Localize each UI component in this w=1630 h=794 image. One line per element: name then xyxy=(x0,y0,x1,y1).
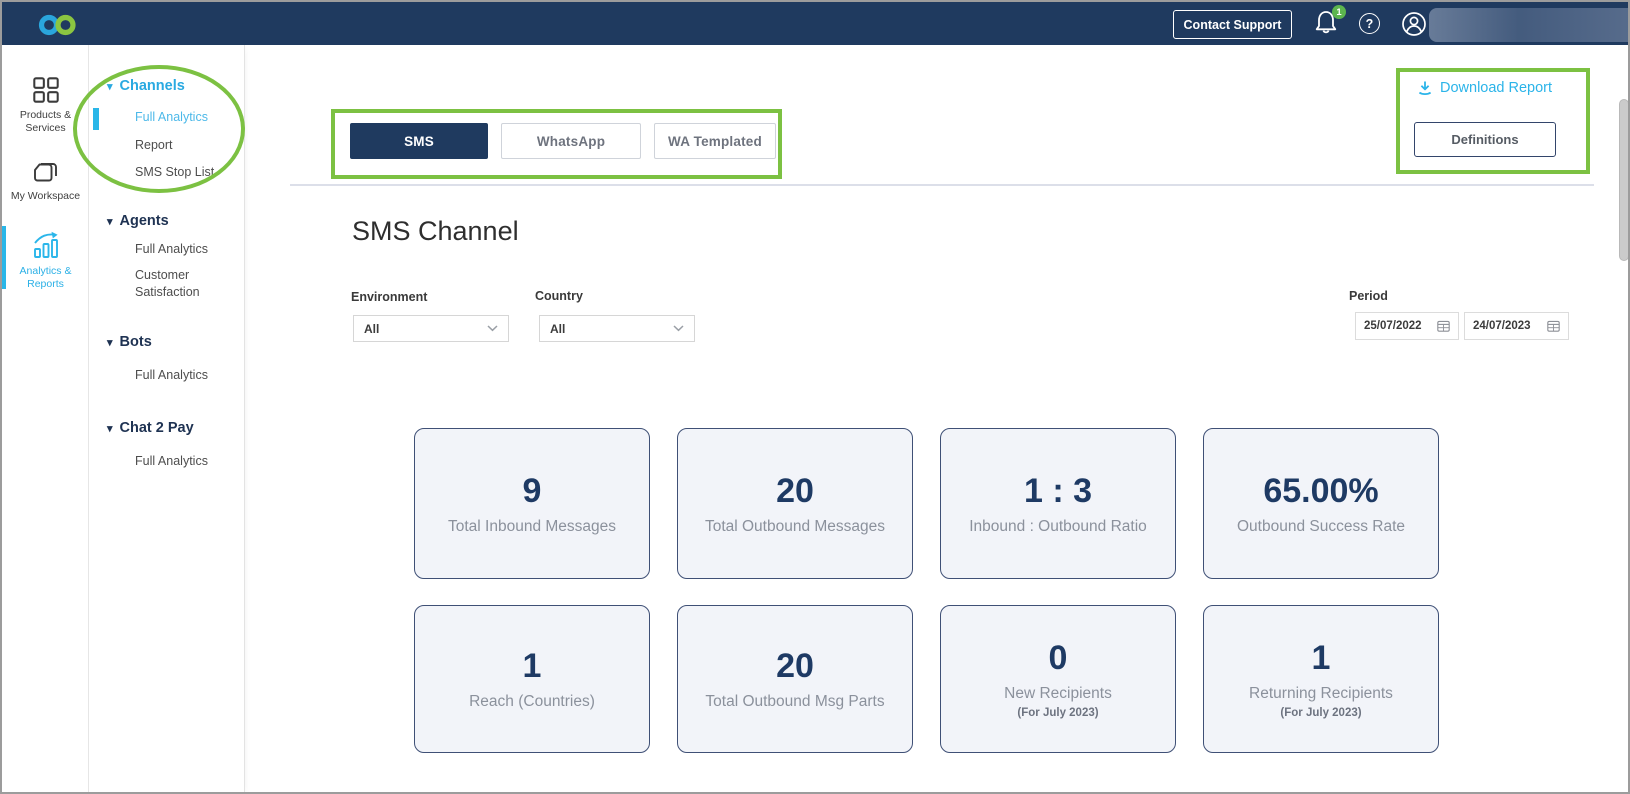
sidebar-item-channels-sms-stop-list[interactable]: SMS Stop List xyxy=(135,164,231,181)
calendar-icon xyxy=(1437,320,1450,332)
chevron-down-icon: ▾ xyxy=(107,215,113,228)
sidebar-section-label: Channels xyxy=(119,78,185,94)
country-value: All xyxy=(550,321,566,336)
contact-support-button[interactable]: Contact Support xyxy=(1173,10,1292,39)
stat-label: Inbound : Outbound Ratio xyxy=(969,517,1147,535)
sidebar-item-channels-full-analytics[interactable]: Full Analytics xyxy=(135,109,231,126)
sidebar-section-label: Bots xyxy=(119,334,152,350)
notifications-button[interactable]: 1 xyxy=(1313,5,1346,40)
sidebar-active-indicator xyxy=(93,108,99,130)
sidebar-section-chat-2-pay[interactable]: ▾ Chat 2 Pay xyxy=(107,420,194,436)
stat-label: Reach (Countries) xyxy=(469,693,595,710)
stat-value: 1 xyxy=(522,647,542,685)
stat-card-inbound-outbound-ratio: 1 : 3 Inbound : Outbound Ratio xyxy=(940,428,1176,579)
sidebar: ▾ Channels Full Analytics Report SMS Sto… xyxy=(89,45,245,792)
chevron-down-icon: ▾ xyxy=(107,80,113,93)
sidebar-item-agents-customer-satisfaction[interactable]: Customer Satisfaction xyxy=(135,267,231,301)
stat-value: 65.00% xyxy=(1263,471,1379,510)
top-bar: Contact Support 1 ? xyxy=(2,2,1628,45)
stat-card-outbound-success-rate: 65.00% Outbound Success Rate xyxy=(1203,428,1439,579)
stat-label: New Recipients xyxy=(1004,685,1112,702)
stat-value: 9 xyxy=(522,471,542,510)
stat-value: 1 xyxy=(1311,639,1331,677)
chevron-down-icon xyxy=(487,325,498,332)
sidebar-item-bots-full-analytics[interactable]: Full Analytics xyxy=(135,367,231,384)
period-start-date-input[interactable]: 25/07/2022 xyxy=(1355,312,1459,340)
sidebar-section-label: Agents xyxy=(119,213,169,229)
nav-rail-item-my-workspace[interactable]: My Workspace xyxy=(2,157,89,203)
stat-card-returning-recipients: 1 Returning Recipients (For July 2023) xyxy=(1203,605,1439,753)
nav-rail-label: Products & Services xyxy=(19,109,72,134)
sidebar-section-bots[interactable]: ▾ Bots xyxy=(107,334,152,350)
stat-value: 20 xyxy=(776,471,814,510)
stat-label: Returning Recipients xyxy=(1249,685,1393,702)
analytics-icon xyxy=(33,231,58,258)
chevron-down-icon xyxy=(673,325,684,332)
page-title: SMS Channel xyxy=(352,216,519,246)
nav-rail: Products & Services My Workspace Analyti… xyxy=(2,45,89,792)
profile-button[interactable] xyxy=(1401,11,1427,37)
stat-card-total-outbound-msg-parts: 20 Total Outbound Msg Parts xyxy=(677,605,913,753)
period-label: Period xyxy=(1349,289,1388,303)
tab-sms[interactable]: SMS xyxy=(350,123,488,159)
workspace-icon xyxy=(34,163,57,182)
help-icon: ? xyxy=(1365,16,1374,31)
definitions-button[interactable]: Definitions xyxy=(1414,122,1556,157)
sidebar-section-label: Chat 2 Pay xyxy=(119,420,194,436)
stat-sublabel: (For July 2023) xyxy=(1280,707,1362,719)
stat-card-total-outbound-messages: 20 Total Outbound Messages xyxy=(677,428,913,579)
stat-card-total-inbound-messages: 9 Total Inbound Messages xyxy=(414,428,650,579)
period-start-date-value: 25/07/2022 xyxy=(1364,320,1422,332)
grid-icon xyxy=(32,77,59,103)
tabs-divider xyxy=(290,184,1594,186)
nav-rail-item-products-services[interactable]: Products & Services xyxy=(2,77,89,135)
stat-label: Outbound Success Rate xyxy=(1236,517,1406,535)
redacted-user-info xyxy=(1429,8,1628,42)
sidebar-section-agents[interactable]: ▾ Agents xyxy=(107,213,169,229)
country-label: Country xyxy=(535,289,583,303)
chevron-down-icon: ▾ xyxy=(107,422,113,435)
calendar-icon xyxy=(1547,320,1560,332)
stat-label: Total Inbound Messages xyxy=(447,517,617,535)
download-icon xyxy=(1418,81,1432,95)
stat-label: Total Outbound Msg Parts xyxy=(705,693,885,710)
notification-badge: 1 xyxy=(1332,5,1346,19)
download-report-link[interactable]: Download Report xyxy=(1417,80,1552,96)
vertical-scrollbar-thumb[interactable] xyxy=(1619,99,1628,261)
stat-value: 20 xyxy=(776,647,814,685)
tab-whatsapp[interactable]: WhatsApp xyxy=(501,123,641,159)
stat-value: 1 : 3 xyxy=(1023,471,1093,510)
sidebar-section-channels[interactable]: ▾ Channels xyxy=(107,78,185,94)
environment-value: All xyxy=(364,321,380,336)
nav-rail-label: My Workspace xyxy=(10,190,81,202)
help-button[interactable]: ? xyxy=(1359,13,1380,34)
app-window: Contact Support 1 ? Products & Services … xyxy=(0,0,1630,794)
chevron-down-icon: ▾ xyxy=(107,336,113,349)
environment-label: Environment xyxy=(351,290,428,304)
period-end-date-input[interactable]: 24/07/2023 xyxy=(1464,312,1569,340)
nav-rail-label: Analytics & Reports xyxy=(19,265,72,290)
stat-card-reach-countries: 1 Reach (Countries) xyxy=(414,605,650,753)
period-end-date-value: 24/07/2023 xyxy=(1473,320,1531,332)
nav-rail-active-indicator xyxy=(2,226,6,289)
environment-select[interactable]: All xyxy=(353,315,509,342)
download-report-label: Download Report xyxy=(1440,80,1553,96)
sidebar-item-chat-2-pay-full-analytics[interactable]: Full Analytics xyxy=(135,453,231,470)
user-avatar-icon xyxy=(1402,12,1426,36)
nav-rail-item-analytics-reports[interactable]: Analytics & Reports xyxy=(2,231,89,291)
stat-label: Total Outbound Messages xyxy=(704,517,886,535)
country-select[interactable]: All xyxy=(539,315,695,342)
sidebar-item-agents-full-analytics[interactable]: Full Analytics xyxy=(135,241,231,258)
brand-logo-icon xyxy=(38,14,76,36)
sidebar-item-channels-report[interactable]: Report xyxy=(135,137,231,154)
stat-card-new-recipients: 0 New Recipients (For July 2023) xyxy=(940,605,1176,753)
tab-wa-templated[interactable]: WA Templated xyxy=(654,123,776,159)
stat-value: 0 xyxy=(1048,639,1068,677)
stat-sublabel: (For July 2023) xyxy=(1017,707,1099,719)
